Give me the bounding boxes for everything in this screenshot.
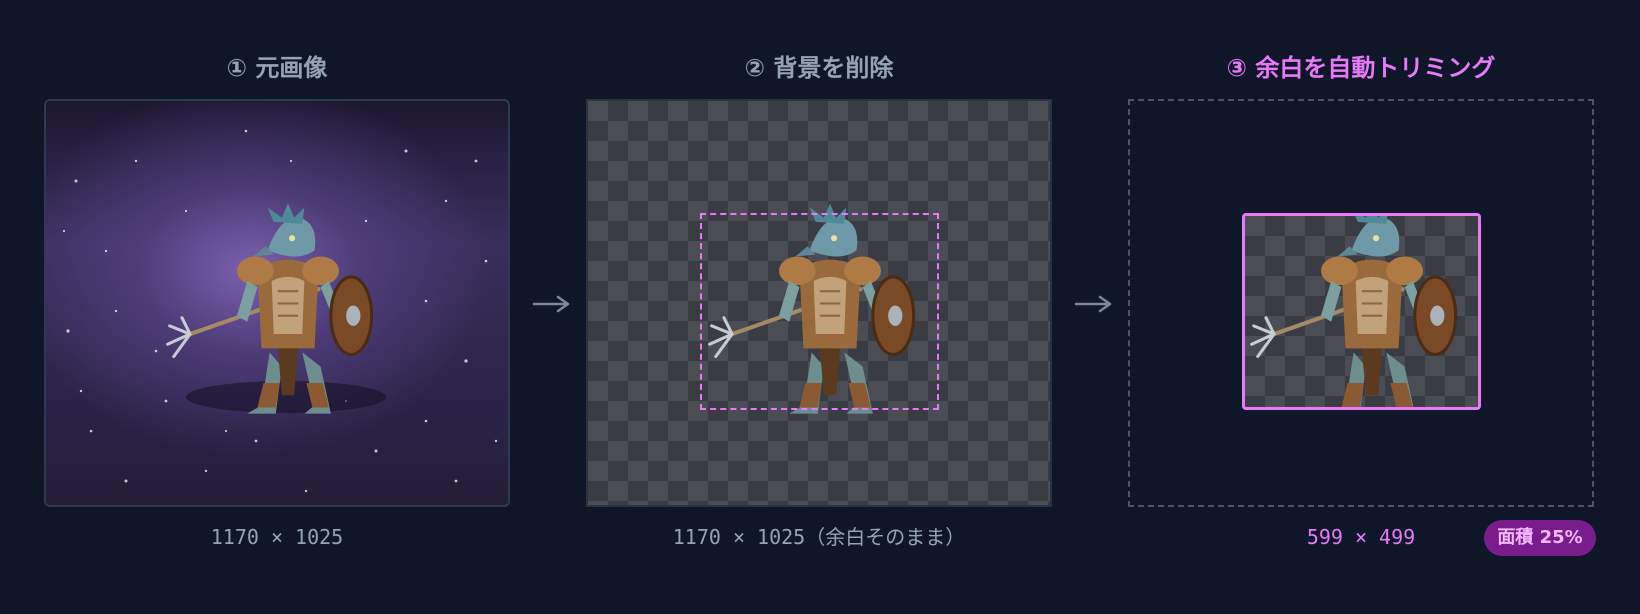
step1-title: ① 元画像 bbox=[226, 54, 328, 82]
step1-dimensions: 1170 × 1025 bbox=[210, 525, 344, 549]
trimmed-panel bbox=[1128, 99, 1594, 507]
step2-dimensions: 1170 × 1025（余白そのまま） bbox=[672, 525, 966, 549]
original-image bbox=[62, 129, 498, 493]
background-removed-panel bbox=[586, 99, 1052, 507]
arrow-right-icon bbox=[1074, 292, 1114, 316]
original-image-panel bbox=[44, 99, 510, 507]
area-badge: 面積 25% bbox=[1484, 520, 1596, 556]
step3-title: ③ 余白を自動トリミング bbox=[1226, 54, 1496, 82]
crop-bounds-box bbox=[700, 213, 939, 410]
trimmed-image bbox=[1242, 213, 1481, 410]
character-sprite bbox=[1245, 216, 1478, 407]
arrow-right-icon bbox=[532, 292, 572, 316]
step2-title: ② 背景を削除 bbox=[744, 54, 894, 82]
